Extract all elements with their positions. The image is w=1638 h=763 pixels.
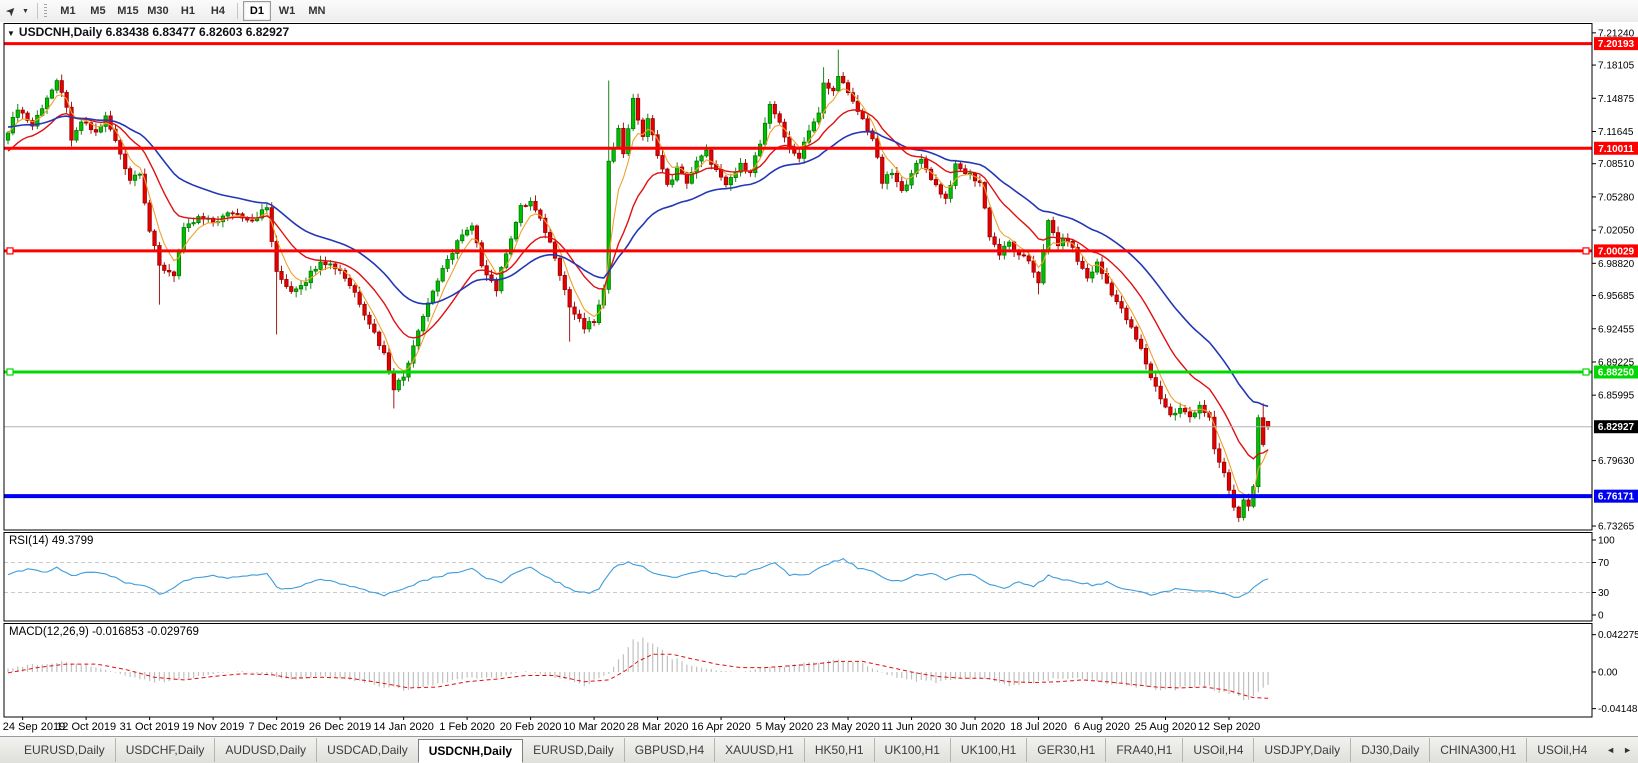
svg-text:5 May 2020: 5 May 2020 (756, 721, 813, 733)
svg-text:0.00: 0.00 (1598, 668, 1618, 679)
svg-text:7.10011: 7.10011 (1598, 144, 1634, 155)
svg-text:16 Apr 2020: 16 Apr 2020 (691, 721, 750, 733)
svg-text:19 Nov 2019: 19 Nov 2019 (182, 721, 244, 733)
svg-text:12 Oct 2019: 12 Oct 2019 (56, 721, 116, 733)
svg-text:6.85995: 6.85995 (1598, 391, 1635, 402)
svg-text:0.042275: 0.042275 (1598, 630, 1638, 641)
svg-text:7.08510: 7.08510 (1598, 159, 1635, 170)
svg-text:6.82927: 6.82927 (1598, 422, 1635, 433)
chart-cursor-icon[interactable]: ➤ (0, 0, 24, 24)
svg-text:7.20193: 7.20193 (1598, 39, 1635, 50)
svg-text:6.98820: 6.98820 (1598, 259, 1635, 270)
chart-tab-china300-h1[interactable]: CHINA300,H1 (1429, 738, 1526, 762)
svg-text:6 Aug 2020: 6 Aug 2020 (1074, 721, 1130, 733)
chart-tab-usdcnh-daily[interactable]: USDCNH,Daily (418, 739, 523, 763)
chart-tab-uk100-h1[interactable]: UK100,H1 (874, 738, 950, 762)
collapse-ohlc-icon[interactable]: ▼ (7, 29, 15, 38)
toolbar-grip-handle[interactable] (44, 4, 47, 19)
chart-tab-bar: EURUSD,DailyUSDCHF,DailyAUDUSD,DailyUSDC… (0, 736, 1638, 763)
timeframe-toolbar: ➤ ▼ M1M5M15M30H1H4D1W1MN (0, 0, 1638, 23)
svg-text:7.14875: 7.14875 (1598, 94, 1635, 105)
timeframe-button-mn[interactable]: MN (303, 1, 331, 21)
svg-text:11 Jun 2020: 11 Jun 2020 (882, 721, 942, 733)
chart-tab-usoil-h4[interactable]: USOil,H4 (1182, 738, 1253, 762)
svg-text:6.76171: 6.76171 (1598, 492, 1635, 503)
chart-canvas[interactable]: 7.212407.181057.148757.116457.085107.052… (0, 22, 1638, 736)
chart-window: ▼ USDCNH,Daily 6.83438 6.83477 6.82603 6.… (0, 22, 1638, 736)
chart-tab-ger30-h1[interactable]: GER30,H1 (1026, 738, 1105, 762)
svg-text:7.18105: 7.18105 (1598, 61, 1635, 72)
svg-text:12 Sep 2020: 12 Sep 2020 (1198, 721, 1260, 733)
chart-tab-usdcad-daily[interactable]: USDCAD,Daily (316, 738, 418, 762)
svg-text:6.73265: 6.73265 (1598, 522, 1635, 533)
chart-tab-eurusd-daily[interactable]: EURUSD,Daily (14, 738, 115, 762)
svg-text:-0.04148: -0.04148 (1598, 704, 1638, 715)
chart-ohlc-title: ▼ USDCNH,Daily 6.83438 6.83477 6.82603 6.… (7, 25, 289, 39)
rsi-indicator-label: RSI(14) 49.3799 (9, 535, 93, 547)
tab-scroll-left-icon[interactable]: ◄ (1606, 745, 1615, 755)
ohlc-text: USDCNH,Daily 6.83438 6.83477 6.82603 6.8… (19, 25, 289, 39)
chart-tab-fra40-h1[interactable]: FRA40,H1 (1105, 738, 1182, 762)
svg-text:14 Jan 2020: 14 Jan 2020 (373, 721, 434, 733)
svg-text:25 Aug 2020: 25 Aug 2020 (1135, 721, 1197, 733)
chart-tab-gbpusd-h4[interactable]: GBPUSD,H4 (624, 738, 714, 762)
svg-text:70: 70 (1598, 558, 1610, 569)
timeframe-button-m30[interactable]: M30 (144, 1, 172, 21)
svg-text:7.11645: 7.11645 (1598, 127, 1634, 138)
timeframe-button-h1[interactable]: H1 (174, 1, 202, 21)
svg-text:18 Jul 2020: 18 Jul 2020 (1010, 721, 1067, 733)
svg-text:26 Dec 2019: 26 Dec 2019 (309, 721, 371, 733)
svg-text:30 Jun 2020: 30 Jun 2020 (945, 721, 1006, 733)
svg-text:1 Feb 2020: 1 Feb 2020 (439, 721, 495, 733)
svg-text:23 May 2020: 23 May 2020 (816, 721, 880, 733)
svg-text:6.92455: 6.92455 (1598, 324, 1635, 335)
tab-scroll-right-icon[interactable]: ► (1623, 745, 1632, 755)
svg-text:30: 30 (1598, 588, 1610, 599)
svg-text:0: 0 (1598, 611, 1604, 622)
macd-indicator-label: MACD(12,26,9) -0.016853 -0.029769 (9, 626, 199, 638)
svg-text:31 Oct 2019: 31 Oct 2019 (120, 721, 180, 733)
chart-tab-usoil-h4[interactable]: USOil,H4 (1526, 738, 1597, 762)
timeframe-button-w1[interactable]: W1 (273, 1, 301, 21)
svg-text:7 Dec 2019: 7 Dec 2019 (248, 721, 304, 733)
chart-tab-dj30-daily[interactable]: DJ30,Daily (1350, 738, 1429, 762)
svg-text:7.00029: 7.00029 (1598, 246, 1635, 257)
timeframe-button-d1[interactable]: D1 (243, 1, 271, 21)
chart-tab-audusd-daily[interactable]: AUDUSD,Daily (214, 738, 316, 762)
toolbar-separator (237, 3, 238, 19)
svg-text:7.02050: 7.02050 (1598, 226, 1635, 237)
timeframe-button-m1[interactable]: M1 (54, 1, 82, 21)
chart-tab-uk100-h1[interactable]: UK100,H1 (950, 738, 1026, 762)
timeframe-button-h4[interactable]: H4 (204, 1, 232, 21)
svg-text:6.95685: 6.95685 (1598, 291, 1635, 302)
svg-text:6.88250: 6.88250 (1598, 367, 1635, 378)
svg-text:28 Mar 2020: 28 Mar 2020 (627, 721, 689, 733)
chart-tab-usdjpy-daily[interactable]: USDJPY,Daily (1253, 738, 1350, 762)
chart-tab-xauusd-h1[interactable]: XAUUSD,H1 (714, 738, 804, 762)
timeframe-button-m5[interactable]: M5 (84, 1, 112, 21)
chart-tab-usdchf-daily[interactable]: USDCHF,Daily (115, 738, 215, 762)
timeframe-button-m15[interactable]: M15 (114, 1, 142, 21)
svg-text:20 Feb 2020: 20 Feb 2020 (500, 721, 562, 733)
timeframe-buttons: M1M5M15M30H1H4 D1W1MN (53, 1, 332, 21)
toolbar-separator (37, 3, 38, 19)
svg-text:7.05280: 7.05280 (1598, 192, 1635, 203)
svg-text:100: 100 (1598, 536, 1615, 547)
svg-text:6.79630: 6.79630 (1598, 456, 1635, 467)
chart-tab-eurusd-daily[interactable]: EURUSD,Daily (523, 738, 624, 762)
chart-tab-hk50-h1[interactable]: HK50,H1 (804, 738, 874, 762)
svg-text:10 Mar 2020: 10 Mar 2020 (563, 721, 625, 733)
